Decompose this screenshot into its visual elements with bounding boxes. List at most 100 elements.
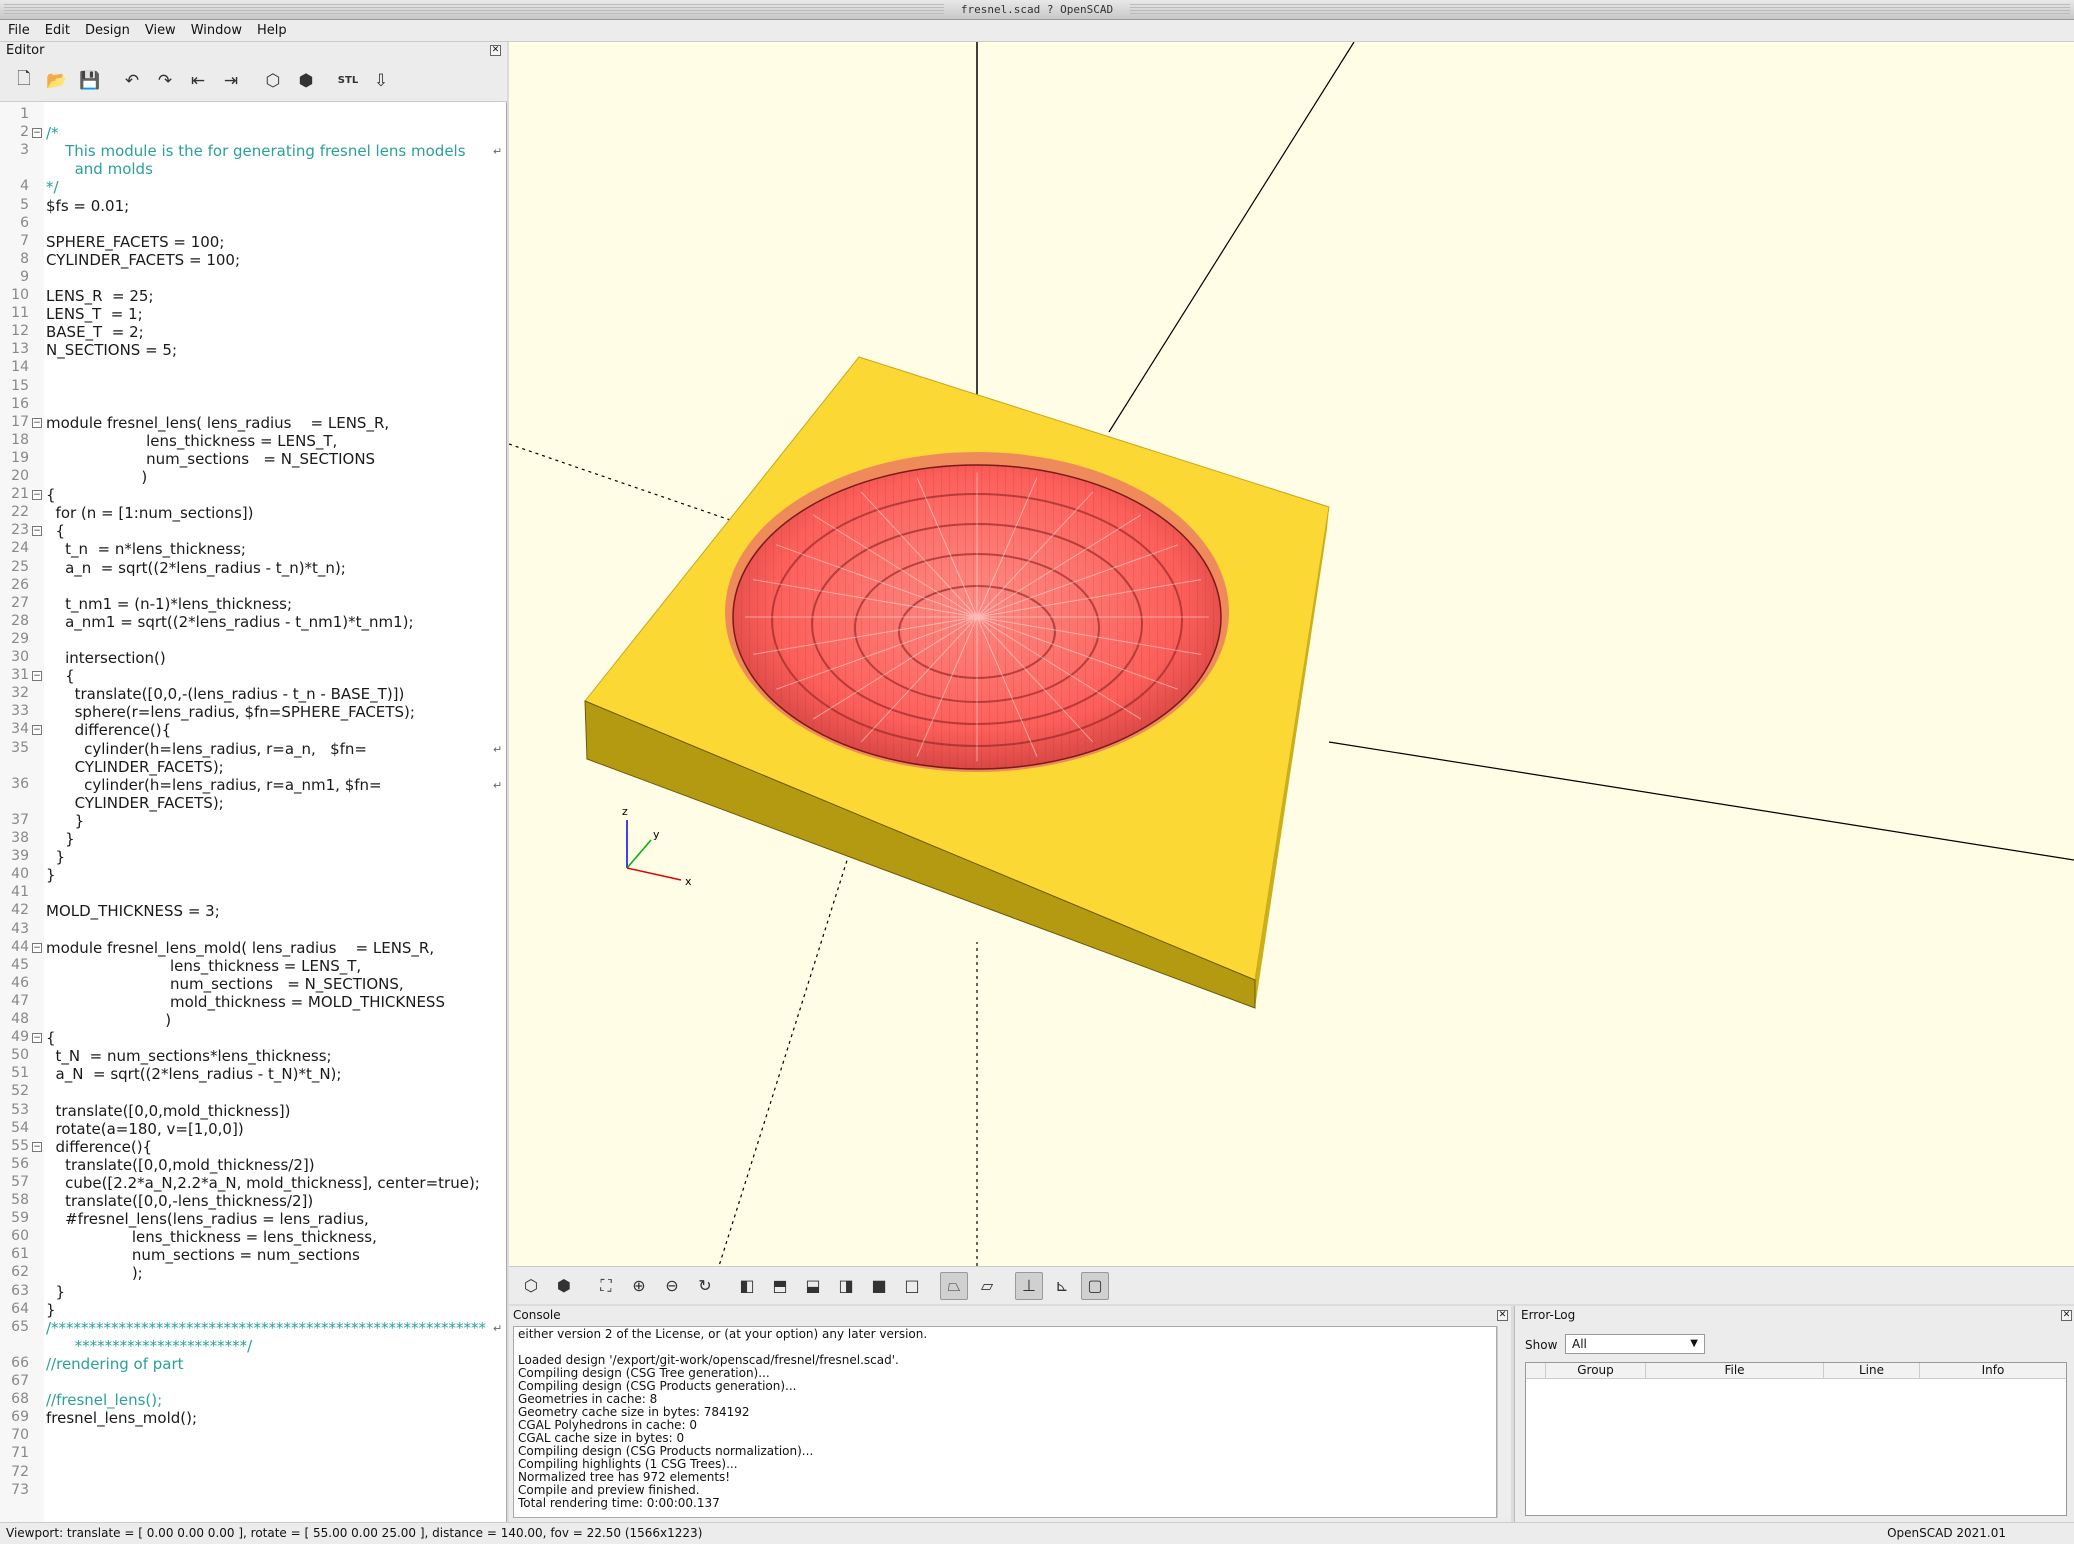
show-edges-icon[interactable]: ▢ [1081,1271,1109,1300]
line-number: 46 [11,974,29,991]
code-line: t_nm1 = (n-1)*lens_thickness; [46,594,293,613]
indent-icon[interactable]: ⇥ [217,67,245,95]
window-titlebar: fresnel.scad ? OpenSCAD [0,0,2074,20]
line-number: 18 [11,431,29,448]
code-line: a_n = sqrt((2*lens_radius - t_n)*t_n); [46,558,346,577]
view-bottom-icon[interactable]: ⬓ [799,1272,827,1300]
menu-edit[interactable]: Edit [45,23,70,38]
column-spacer [1526,1363,1546,1378]
line-wrap-icon: ↵ [493,742,503,756]
close-icon[interactable]: ✕ [490,45,501,56]
redo-icon[interactable]: ↷ [151,67,179,95]
editor-title: Editor [6,43,45,58]
line-number: 2 [20,124,29,141]
code-line: translate([0,0,mold_thickness]) [46,1101,291,1120]
line-number: 9 [20,268,29,285]
line-number: 28 [11,612,29,629]
line-number: 23 [11,522,29,539]
view-left-icon[interactable]: ◨ [832,1272,860,1300]
column-line[interactable]: Line [1824,1363,1920,1378]
code-line: intersection() [46,649,166,667]
fold-toggle-icon[interactable]: − [32,1141,42,1152]
view-all-icon[interactable]: ⛶ [592,1272,620,1300]
line-number: 15 [11,377,29,394]
code-line: translate([0,0,-(lens_radius - t_n - BAS… [46,685,405,704]
view-back-icon[interactable]: □ [898,1272,926,1300]
close-icon[interactable]: ✕ [1497,1310,1508,1321]
menu-bar: File Edit Design View Window Help [0,20,2074,42]
console-line: Compiling design (CSG Products generatio… [518,1379,797,1393]
orthogonal-icon[interactable]: ▱ [973,1272,1001,1300]
fold-toggle-icon[interactable]: − [32,942,42,953]
perspective-icon[interactable]: ⏢ [940,1271,968,1300]
zoom-in-icon[interactable]: ⊕ [625,1272,653,1300]
menu-window[interactable]: Window [191,23,242,38]
code-line: CYLINDER_FACETS); [46,757,224,776]
line-number: 50 [11,1047,29,1064]
zoom-out-icon[interactable]: ⊖ [658,1272,686,1300]
fold-toggle-icon[interactable]: − [32,671,42,682]
line-number: 8 [20,250,29,267]
save-file-icon[interactable]: 💾 [76,67,104,95]
code-line: { [46,486,56,505]
render-icon[interactable]: ⬢ [550,1272,578,1300]
view-top-icon[interactable]: ⬒ [766,1272,794,1300]
line-number: 54 [11,1119,29,1136]
fold-toggle-icon[interactable]: − [32,725,42,736]
fold-toggle-icon[interactable]: − [32,128,42,139]
unindent-icon[interactable]: ⇤ [184,67,212,95]
export-stl-icon[interactable]: STL [334,67,362,95]
code-line: SPHERE_FACETS = 100; [46,232,225,251]
show-filter-select[interactable]: All ▼ [1565,1334,1705,1354]
show-axes-icon[interactable]: ⊥ [1015,1271,1043,1300]
code-line: difference(){ [46,721,172,740]
line-number: 32 [11,685,29,702]
fold-toggle-icon[interactable]: − [32,490,42,501]
menu-view[interactable]: View [145,23,176,38]
column-info[interactable]: Info [1920,1363,2066,1378]
editor-toolbar: 🗋 📂 💾 ↶ ↷ ⇤ ⇥ ⬡ ⬢ STL ⇩ [0,60,507,102]
menu-file[interactable]: File [8,23,30,38]
column-file[interactable]: File [1646,1363,1824,1378]
show-label: Show [1525,1338,1558,1352]
fold-toggle-icon[interactable]: − [32,526,42,537]
new-file-icon[interactable]: 🗋 [10,67,38,95]
line-number: 14 [11,359,29,376]
console-scrollbar[interactable] [1497,1326,1509,1518]
3d-viewport[interactable]: z y x [509,42,2074,1266]
undo-icon[interactable]: ↶ [118,67,146,95]
code-line: num_sections = N_SECTIONS [46,449,376,468]
view-right-icon[interactable]: ◧ [733,1272,761,1300]
render-icon[interactable]: ⬢ [292,67,320,95]
show-scale-icon[interactable]: ⊾ [1048,1272,1076,1300]
preview-icon[interactable]: ⬡ [517,1272,545,1300]
line-number: 7 [20,232,29,249]
code-line: lens_thickness = LENS_T, [46,431,338,450]
line-number: 19 [11,449,29,466]
close-icon[interactable]: ✕ [2061,1310,2072,1321]
preview-icon[interactable]: ⬡ [259,67,287,95]
code-line: ***********************/ [46,1336,253,1355]
open-file-icon[interactable]: 📂 [43,67,71,95]
line-number: 43 [11,920,29,937]
fold-toggle-icon[interactable]: − [32,1033,42,1044]
code-line: and molds [46,160,153,179]
menu-design[interactable]: Design [85,23,130,38]
console-output[interactable]: either version 2 of the License, or (at … [513,1326,1497,1518]
errorlog-table[interactable]: Group File Line Info [1525,1362,2067,1516]
y-axis-negative [718,853,850,1266]
menu-help[interactable]: Help [257,23,287,38]
code-editor[interactable]: 1 2−/* 3 This module is the for generating… [0,102,507,1522]
mini-x-label: x [685,875,692,888]
line-number: 47 [11,992,29,1009]
view-front-icon[interactable]: ■ [865,1272,893,1300]
reset-view-icon[interactable]: ↻ [691,1272,719,1300]
fold-toggle-icon[interactable]: − [32,417,42,428]
code-line: */ [46,178,59,197]
column-group[interactable]: Group [1546,1363,1646,1378]
line-wrap-icon: ↵ [493,145,503,159]
y-axis [1108,42,1355,433]
code-line: rotate(a=180, v=[1,0,0]) [46,1119,244,1138]
send-to-3d-print-icon[interactable]: ⇩ [367,67,395,95]
code-line: module fresnel_lens_mold( lens_radius = … [46,938,435,957]
